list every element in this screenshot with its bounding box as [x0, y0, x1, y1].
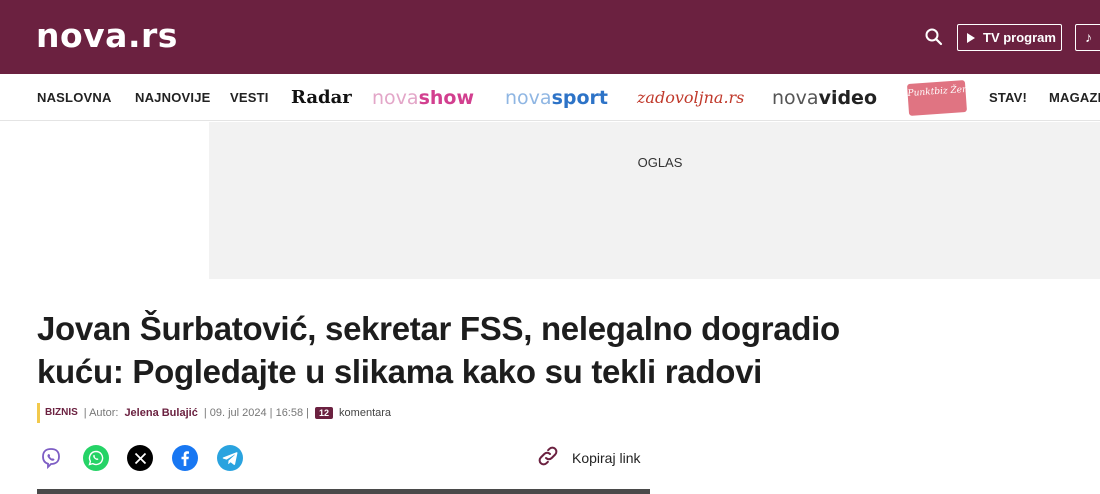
- nav-item-radar[interactable]: Radar: [291, 74, 352, 121]
- search-icon[interactable]: [924, 27, 944, 47]
- play-icon: [967, 32, 975, 43]
- x-icon[interactable]: [127, 445, 153, 471]
- nav-item-nova-show[interactable]: nova show: [372, 74, 474, 121]
- nav-item-zadovoljna[interactable]: zadovoljna.rs: [637, 74, 744, 121]
- radar-logo: Radar: [291, 87, 352, 108]
- category-tag[interactable]: BIZNIS: [37, 403, 78, 423]
- tv-program-label: TV program: [983, 30, 1056, 45]
- nav-item-badge[interactable]: Punktbiz Žena: [906, 74, 974, 121]
- link-icon: [536, 444, 560, 473]
- ad-banner: OGLAS: [209, 122, 1100, 279]
- nav-item-stav[interactable]: STAV!: [989, 74, 1027, 121]
- music-note-icon: ♪: [1085, 29, 1092, 45]
- badge-logo: Punktbiz Žena: [906, 79, 974, 116]
- comments-count[interactable]: 12: [315, 407, 334, 419]
- whatsapp-icon[interactable]: [83, 445, 109, 471]
- nav-item-vesti[interactable]: VESTI: [230, 74, 269, 121]
- nav-item-naslovna[interactable]: NASLOVNA: [37, 74, 112, 121]
- article-meta: BIZNIS | Autor: Jelena Bulajić | 09. jul…: [37, 403, 391, 423]
- nova-video-logo-part: video: [818, 86, 878, 109]
- nova-video-logo-part: nova: [772, 86, 819, 109]
- top-header: nova.rs TV program ♪: [0, 0, 1100, 74]
- nav-item-nova-sport[interactable]: nova sport: [505, 74, 608, 121]
- copy-link-button[interactable]: Kopiraj link: [536, 444, 640, 472]
- nav-label: STAV!: [989, 90, 1028, 105]
- comments-label[interactable]: komentara: [339, 407, 391, 419]
- zadovoljna-logo: zadovoljna.rs: [637, 88, 745, 107]
- nova-show-logo-part: show: [418, 86, 475, 109]
- tv-program-button[interactable]: TV program: [957, 24, 1062, 51]
- main-nav: NASLOVNA NAJNOVIJE VESTI Radar nova show …: [0, 74, 1100, 121]
- nova-sport-logo-part: nova: [505, 86, 552, 109]
- author-prefix: | Autor:: [83, 407, 119, 419]
- nav-item-magazin[interactable]: MAGAZIN: [1049, 74, 1100, 121]
- nav-label: NAJNOVIJE: [135, 90, 211, 105]
- nova-sport-logo-part: sport: [551, 86, 608, 109]
- article-image[interactable]: [37, 489, 650, 494]
- publish-date: | 09. jul 2024 | 16:58 |: [203, 407, 310, 419]
- nav-item-najnovije[interactable]: NAJNOVIJE: [135, 74, 211, 121]
- facebook-icon[interactable]: [172, 445, 198, 471]
- author-name[interactable]: Jelena Bulajić: [124, 407, 197, 419]
- viber-icon[interactable]: [38, 445, 64, 471]
- nav-label: VESTI: [230, 90, 269, 105]
- nav-label: MAGAZIN: [1049, 90, 1100, 105]
- nav-label: NASLOVNA: [37, 90, 112, 105]
- music-button[interactable]: ♪: [1075, 24, 1100, 51]
- nova-show-logo-part: nova: [372, 86, 419, 109]
- site-logo[interactable]: nova.rs: [36, 16, 178, 56]
- nav-item-nova-video[interactable]: nova video: [772, 74, 877, 121]
- article-headline: Jovan Šurbatović, sekretar FSS, nelegaln…: [37, 310, 840, 390]
- ad-label: OGLAS: [637, 155, 683, 170]
- telegram-icon[interactable]: [217, 445, 243, 471]
- copy-link-label: Kopiraj link: [572, 450, 641, 466]
